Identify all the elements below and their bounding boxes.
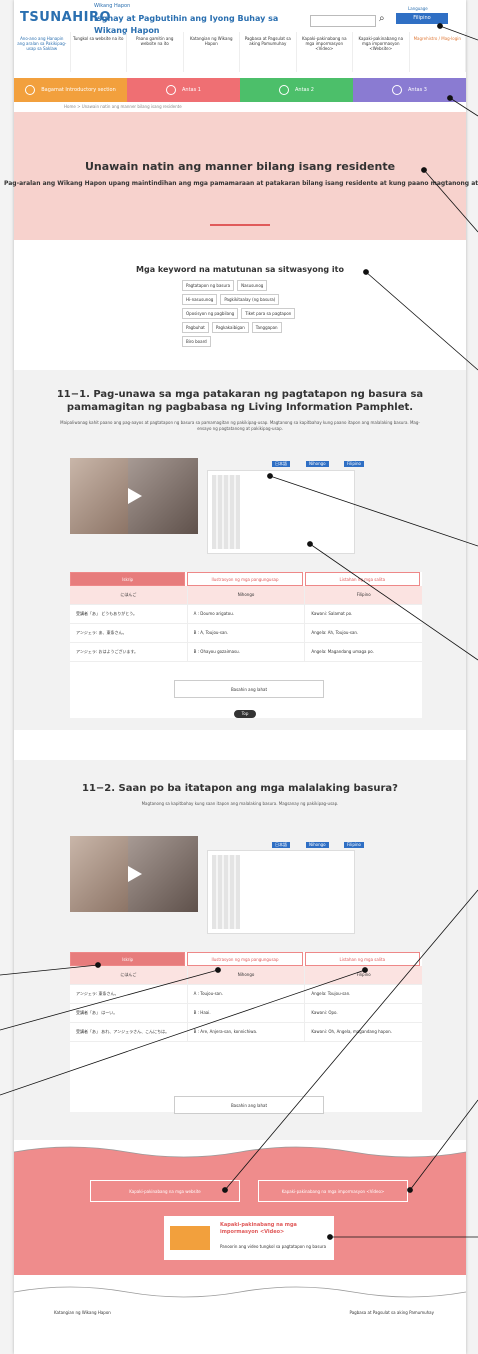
screenshot-stage: TSUNAHIRO Wikang Hapon Isgnay at Pagbuti…: [0, 0, 478, 1354]
callout-lines: [0, 23, 478, 1240]
